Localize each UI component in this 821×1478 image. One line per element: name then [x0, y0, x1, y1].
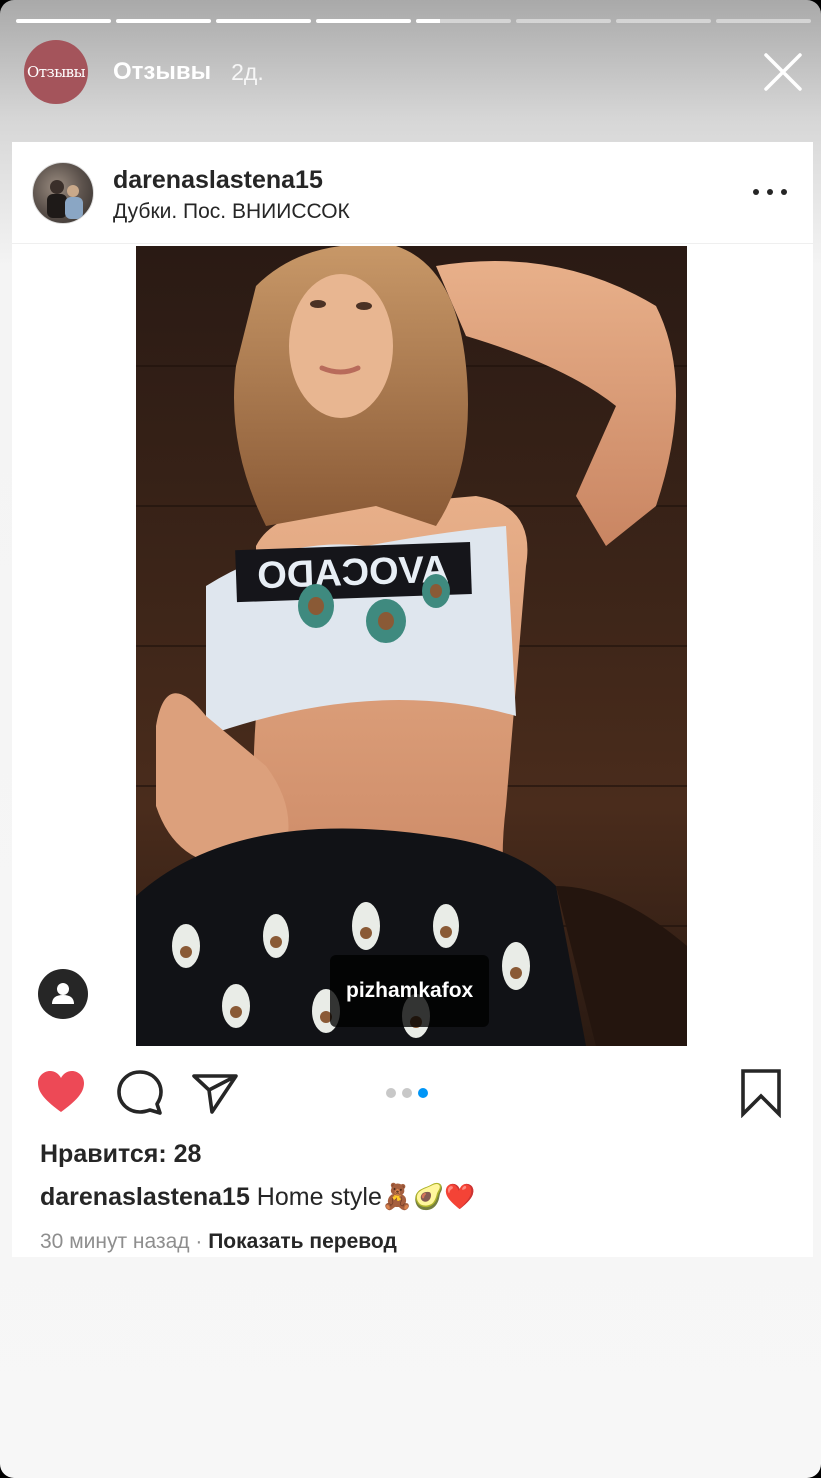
story-progress — [16, 19, 811, 23]
progress-segment — [516, 19, 611, 23]
shirt-print-text: AVOCADO — [257, 549, 450, 598]
carousel-dots — [386, 1088, 428, 1098]
likes-count[interactable]: Нравится: 28 — [40, 1140, 201, 1169]
carousel-dot — [402, 1088, 412, 1098]
story-avatar[interactable]: Отзывы — [24, 40, 88, 104]
carousel-dot — [386, 1088, 396, 1098]
bookmark-icon[interactable] — [736, 1068, 786, 1119]
heart-icon[interactable] — [36, 1068, 86, 1118]
show-translation-link[interactable]: Показать перевод — [208, 1230, 397, 1253]
progress-segment — [616, 19, 711, 23]
post-actions — [12, 1062, 813, 1122]
progress-segment — [16, 19, 111, 23]
story-time: 2д. — [231, 58, 264, 85]
meta-separator: · — [189, 1230, 209, 1253]
post-avatar[interactable] — [32, 162, 94, 224]
story-viewer: Отзывы Отзывы 2д. darenaslastena15 Дубки… — [0, 0, 821, 1478]
comment-icon[interactable] — [115, 1068, 165, 1118]
caption-username[interactable]: darenaslastena15 — [40, 1183, 250, 1211]
caption-text: Home style🧸🥑❤️ — [249, 1183, 476, 1211]
post-card: darenaslastena15 Дубки. Пос. ВНИИССОК AV… — [12, 141, 813, 1257]
product-tag[interactable]: pizhamkafox — [330, 955, 490, 1027]
post-header: darenaslastena15 Дубки. Пос. ВНИИССОК — [12, 142, 813, 244]
progress-segment — [416, 19, 511, 23]
post-time: 30 минут назад — [40, 1230, 190, 1253]
story-title[interactable]: Отзывы — [113, 58, 211, 86]
progress-fill — [316, 19, 411, 23]
more-icon[interactable] — [753, 182, 787, 202]
progress-fill — [416, 19, 440, 23]
post-photo[interactable]: AVOCADO — [136, 246, 687, 1046]
post-meta: 30 минут назад · Показать перевод — [40, 1230, 397, 1254]
progress-fill — [16, 19, 111, 23]
story-header: Отзывы Отзывы 2д. — [24, 40, 805, 104]
tag-user-icon[interactable] — [38, 969, 88, 1019]
post-username[interactable]: darenaslastena15 — [113, 166, 323, 195]
progress-segment — [716, 19, 811, 23]
progress-segment — [216, 19, 311, 23]
carousel-dot-active — [418, 1088, 428, 1098]
share-icon[interactable] — [190, 1068, 240, 1118]
close-icon[interactable] — [761, 50, 805, 94]
post-location[interactable]: Дубки. Пос. ВНИИССОК — [113, 200, 350, 224]
caption: darenaslastena15 Home style🧸🥑❤️ — [40, 1183, 475, 1212]
progress-segment — [316, 19, 411, 23]
progress-fill — [216, 19, 311, 23]
progress-fill — [116, 19, 211, 23]
story-avatar-text: Отзывы — [26, 63, 86, 81]
progress-segment — [116, 19, 211, 23]
